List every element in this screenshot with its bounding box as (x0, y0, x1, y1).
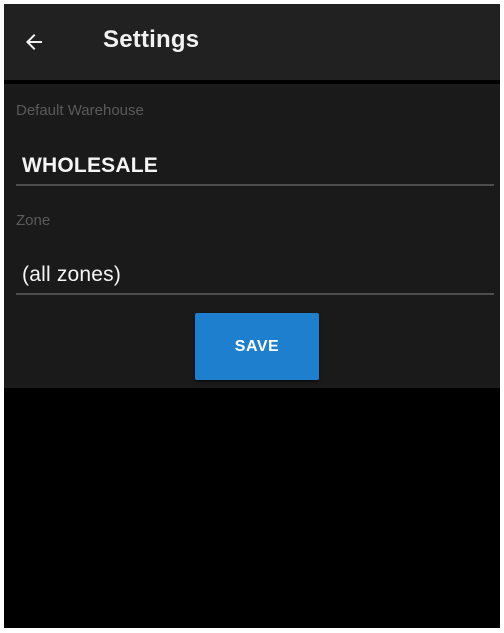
back-button[interactable] (16, 24, 52, 60)
arrow-left-icon (26, 34, 42, 50)
zone-field-underline (16, 293, 494, 295)
page-title: Settings (103, 26, 200, 53)
settings-form: Default Warehouse WHOLESALE Zone (all zo… (4, 84, 500, 388)
warehouse-field-underline (16, 184, 494, 186)
app-bar: Settings (4, 4, 500, 80)
zone-label: Zone (16, 212, 51, 229)
warehouse-field[interactable]: WHOLESALE (22, 154, 158, 178)
zone-field[interactable]: (all zones) (22, 263, 121, 287)
app-screen: Settings Default Warehouse WHOLESALE Zon… (4, 4, 500, 628)
save-button[interactable]: SAVE (195, 313, 319, 380)
warehouse-label: Default Warehouse (16, 102, 144, 119)
